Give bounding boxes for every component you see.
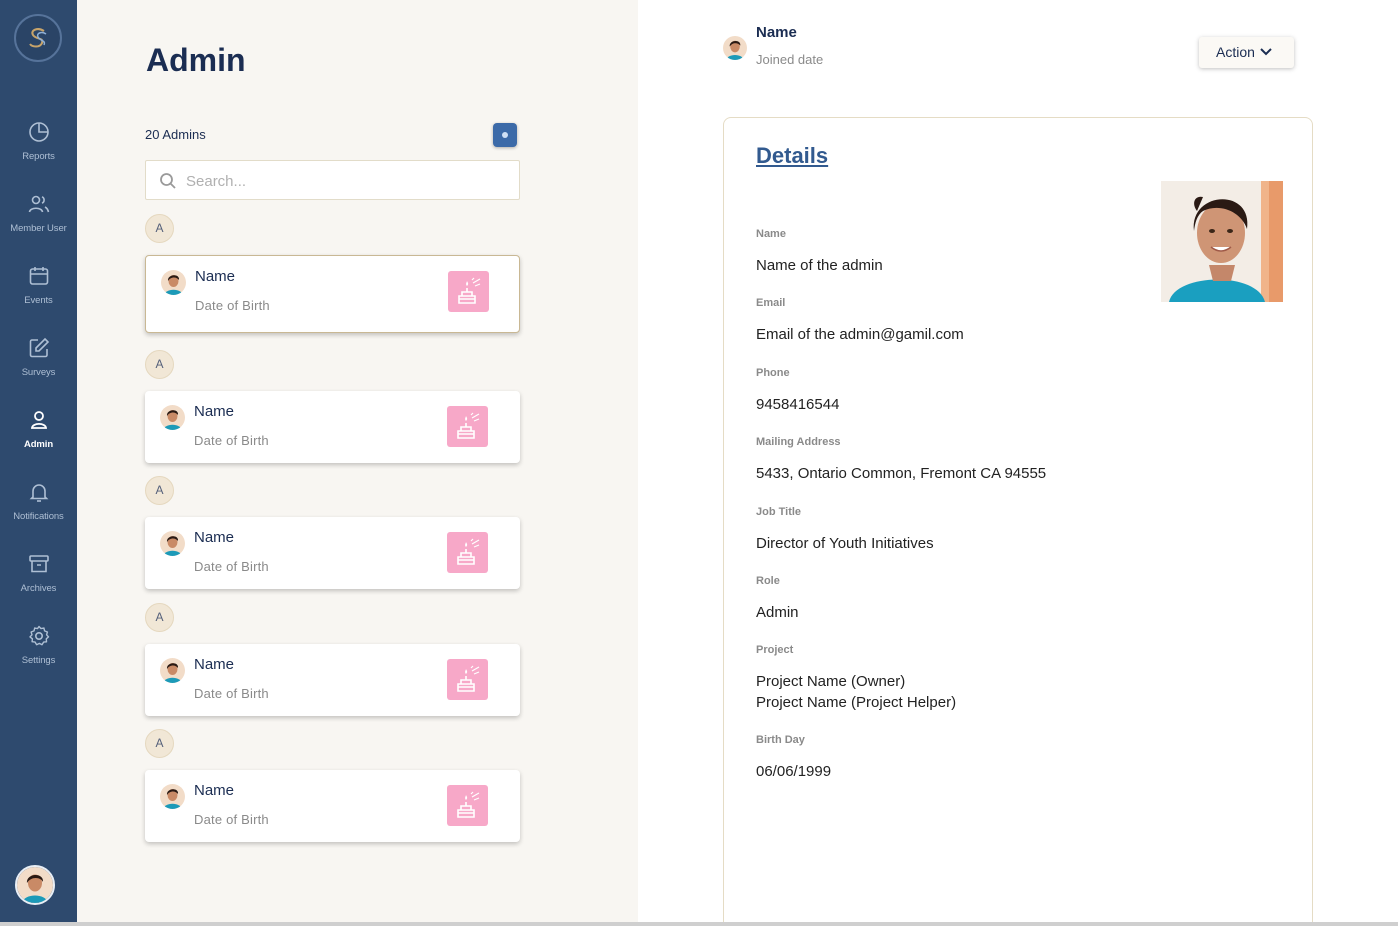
sidebar-item-settings[interactable]: Settings [0, 624, 77, 684]
field-value-email: Email of the admin@gamil.com [756, 326, 964, 343]
birthday-cake-icon [448, 271, 489, 312]
sidebar: Reports Member User Events Surveys Admin [0, 0, 77, 922]
action-dropdown-button[interactable]: Action [1199, 37, 1294, 68]
group-letter: A [145, 729, 174, 758]
group-letter: A [145, 350, 174, 379]
page-title: Admin [146, 42, 246, 78]
logo-icon [29, 28, 47, 48]
group-letter: A [145, 214, 174, 243]
admin-dob: Date of Birth [194, 559, 269, 574]
field-value-birth-day: 06/06/1999 [756, 763, 832, 780]
admin-card[interactable]: Name Date of Birth [145, 391, 520, 463]
birthday-cake-icon [447, 406, 488, 447]
selected-admin-name: Name [756, 24, 797, 41]
field-label-phone: Phone [756, 367, 790, 379]
admin-list-panel: Admin 20 Admins A Name Date of Birth A N… [77, 0, 638, 922]
avatar [161, 270, 186, 295]
sidebar-item-label: Notifications [13, 511, 64, 522]
field-label-name: Name [756, 228, 786, 240]
sidebar-item-label: Settings [21, 655, 56, 666]
admin-count: 20 Admins [145, 127, 206, 142]
edit-icon [29, 337, 49, 358]
selected-admin-avatar [723, 36, 747, 60]
field-label-project: Project [756, 644, 794, 656]
field-label-birth-day: Birth Day [756, 734, 805, 746]
sidebar-item-label: Member User [10, 223, 67, 234]
field-label-mailing-address: Mailing Address [756, 436, 841, 448]
gear-icon [28, 625, 49, 646]
admin-card[interactable]: Name Date of Birth [145, 770, 520, 842]
birthday-cake-icon [447, 785, 488, 826]
field-value-mailing-address: 5433, Ontario Common, Fremont CA 94555 [756, 465, 1047, 482]
sidebar-item-surveys[interactable]: Surveys [0, 336, 77, 396]
sidebar-item-member-user[interactable]: Member User [0, 192, 77, 252]
admin-card[interactable]: Name Date of Birth [145, 255, 520, 333]
field-value-phone: 9458416544 [756, 396, 840, 413]
search-icon [160, 173, 176, 189]
admin-photo [1161, 181, 1283, 302]
bell-icon [29, 484, 48, 502]
sidebar-item-events[interactable]: Events [0, 264, 77, 324]
calendar-icon [29, 267, 48, 285]
birthday-cake-icon [447, 532, 488, 573]
field-value-name: Name of the admin [756, 257, 883, 274]
admin-dob: Date of Birth [194, 433, 269, 448]
sidebar-item-reports[interactable]: Reports [0, 120, 77, 180]
birthday-cake-icon [447, 659, 488, 700]
sidebar-item-label: Events [24, 295, 53, 306]
pie-chart-icon [28, 122, 49, 142]
admin-card[interactable]: Name Date of Birth [145, 644, 520, 716]
chevron-down-icon [1260, 48, 1272, 56]
admin-dob: Date of Birth [194, 686, 269, 701]
details-card: Details Name Name of the admin Email Ema… [723, 117, 1313, 926]
admin-name: Name [194, 656, 235, 673]
admin-name: Name [194, 403, 235, 420]
user-icon [30, 411, 47, 429]
group-letter: A [145, 603, 174, 632]
archive-icon [28, 555, 49, 573]
details-title: Details [756, 143, 829, 168]
search-input[interactable] [186, 169, 506, 193]
admin-name: Name [195, 268, 236, 285]
group-letter: A [145, 476, 174, 505]
admin-card[interactable]: Name Date of Birth [145, 517, 520, 589]
admin-name: Name [194, 782, 235, 799]
current-user-avatar[interactable] [15, 865, 55, 905]
app-logo[interactable] [14, 14, 62, 62]
sidebar-item-admin[interactable]: Admin [0, 408, 77, 468]
avatar [160, 405, 185, 430]
sidebar-item-archives[interactable]: Archives [0, 552, 77, 612]
action-label: Action [1216, 44, 1255, 60]
sidebar-item-notifications[interactable]: Notifications [0, 480, 77, 540]
sidebar-item-label: Surveys [21, 367, 56, 378]
field-value-job-title: Director of Youth Initiatives [756, 535, 934, 552]
field-label-role: Role [756, 575, 780, 587]
joined-date: Joined date [756, 52, 824, 67]
field-label-email: Email [756, 297, 786, 309]
sidebar-item-label: Reports [22, 151, 55, 162]
plus-icon [502, 132, 508, 138]
field-value-project-owner: Project Name (Owner) [756, 673, 906, 690]
search-box[interactable] [145, 160, 520, 200]
sidebar-item-label: Admin [23, 439, 54, 450]
users-icon [28, 195, 49, 213]
field-label-job-title: Job Title [756, 506, 802, 518]
avatar [160, 531, 185, 556]
add-admin-button[interactable] [493, 123, 517, 147]
field-value-project-helper: Project Name (Project Helper) [756, 694, 957, 711]
admin-dob: Date of Birth [194, 812, 269, 827]
sidebar-item-label: Archives [20, 583, 57, 594]
horizontal-scrollbar[interactable] [0, 922, 1398, 926]
avatar [160, 784, 185, 809]
field-value-role: Admin [756, 604, 799, 621]
avatar [160, 658, 185, 683]
admin-name: Name [194, 529, 235, 546]
admin-dob: Date of Birth [195, 298, 270, 313]
